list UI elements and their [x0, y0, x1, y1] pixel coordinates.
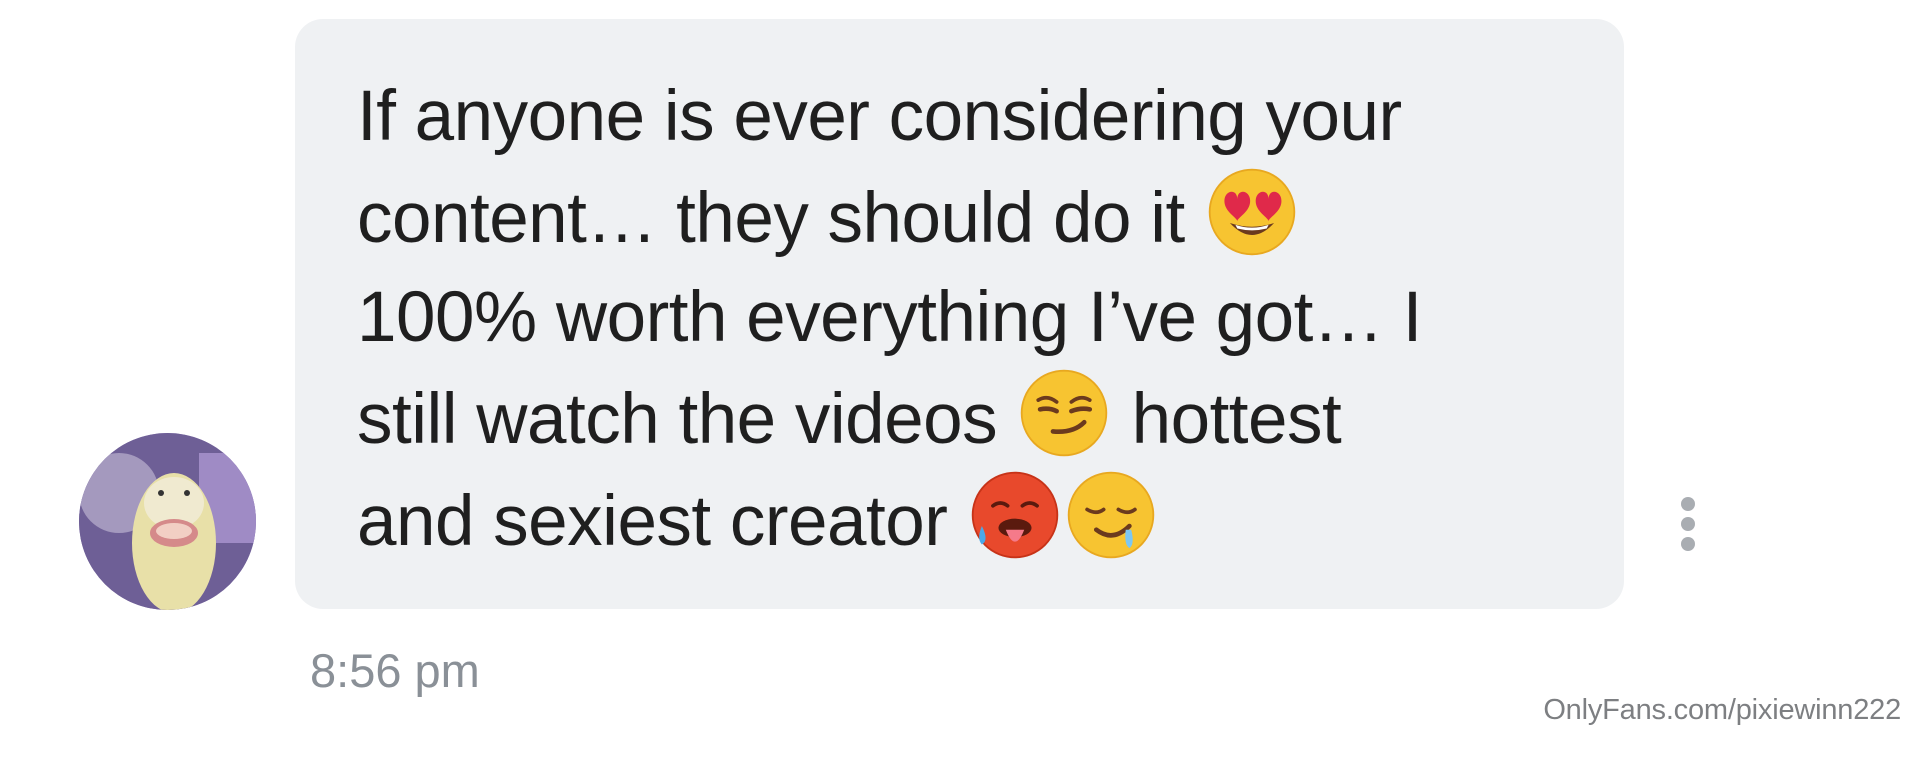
- message-text: If anyone is ever considering your conte…: [357, 67, 1584, 571]
- more-options-icon[interactable]: [1674, 494, 1702, 554]
- watermark: OnlyFans.com/pixiewinn222: [1543, 694, 1901, 726]
- message-line-3: 100% worth everything I’ve got… I: [357, 278, 1422, 357]
- smirking-face-emoji-icon: [1018, 367, 1110, 459]
- drooling-face-emoji-icon: [1065, 469, 1157, 561]
- message-line-4a: still watch the videos: [357, 380, 998, 459]
- heart-eyes-emoji-icon: [1206, 166, 1298, 258]
- duck-avatar-image: [79, 433, 256, 610]
- message-line-2: content… they should do it: [357, 179, 1185, 258]
- message-line-4b: hottest: [1131, 380, 1342, 459]
- hot-face-emoji-icon: [969, 469, 1061, 561]
- message-timestamp: 8:56 pm: [310, 644, 480, 697]
- message-line-1: If anyone is ever considering your: [357, 77, 1402, 156]
- message-bubble[interactable]: If anyone is ever considering your conte…: [295, 19, 1624, 609]
- message-line-5: and sexiest creator: [357, 482, 948, 561]
- sender-avatar[interactable]: [79, 433, 256, 610]
